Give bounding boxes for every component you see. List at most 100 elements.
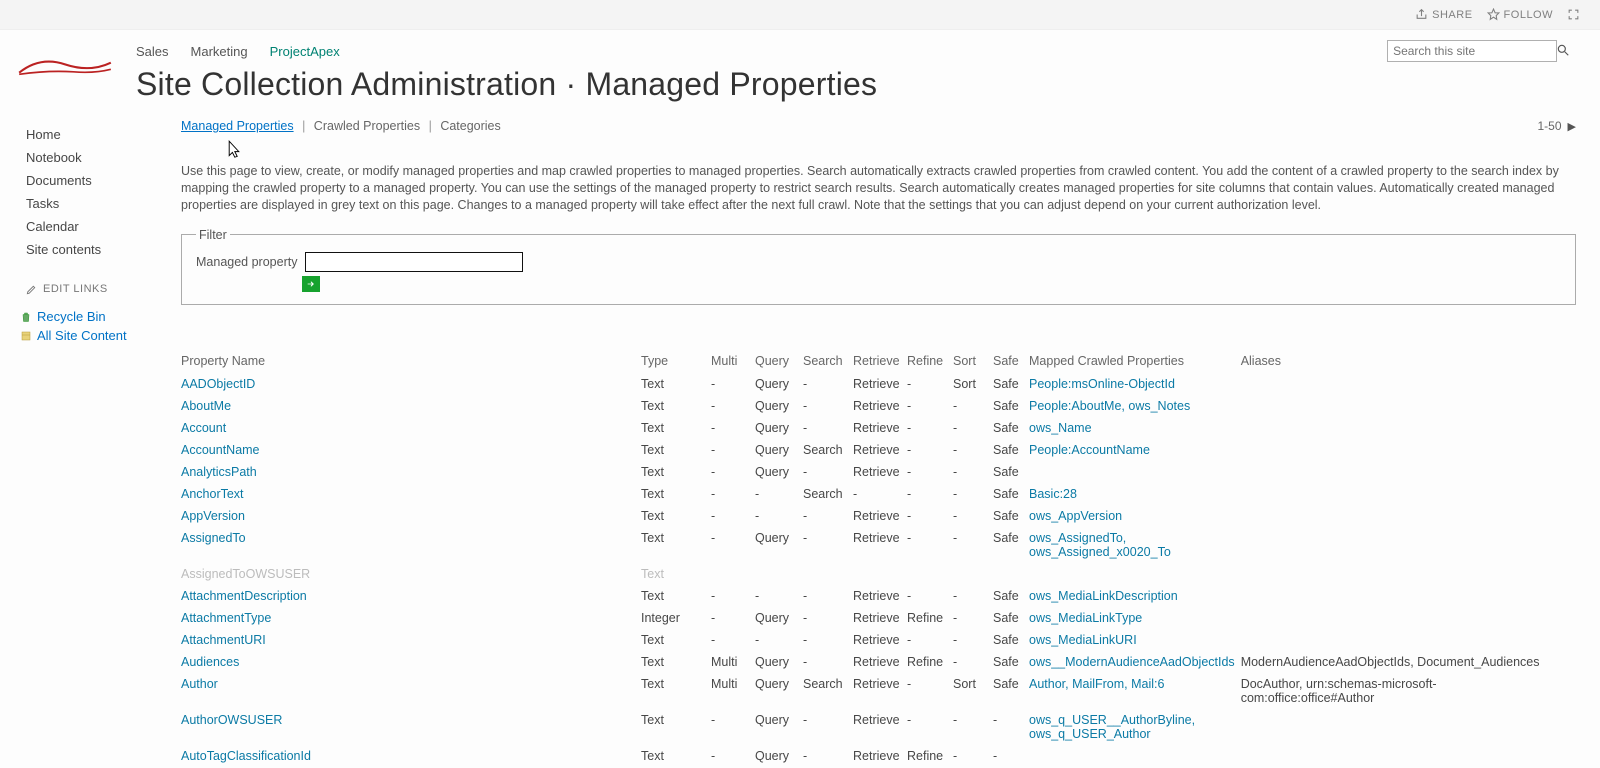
mapped-crawled-link[interactable]: ows_Name [1029,421,1092,435]
nav-projectapex[interactable]: ProjectApex [270,44,340,59]
th-property-name[interactable]: Property Name [181,349,641,373]
mapped-crawled-link[interactable]: ows_AssignedTo, ows_Assigned_x0020_To [1029,531,1171,559]
edit-links[interactable]: EDIT LINKS [6,279,161,299]
cell-query: Query [755,373,803,395]
mapped-crawled-link[interactable]: People:AccountName [1029,443,1150,457]
th-safe[interactable]: Safe [993,349,1029,373]
cell-multi: - [711,607,755,629]
property-name-link[interactable]: Audiences [181,655,239,669]
nav-documents[interactable]: Documents [6,169,161,192]
th-sort[interactable]: Sort [953,349,993,373]
filter-input[interactable] [305,252,523,272]
nav-sitecontents[interactable]: Site contents [6,238,161,261]
cell-refine: - [907,505,953,527]
mapped-crawled-link[interactable]: ows_MediaLinkURI [1029,633,1137,647]
header: Sales Marketing ProjectApex ▼ Site Colle… [0,30,1600,103]
mapped-crawled-link[interactable]: ows_MediaLinkType [1029,611,1142,625]
cell-type: Text [641,483,711,505]
filter-fieldset: Filter Managed property [181,228,1576,305]
site-logo[interactable] [10,36,120,96]
cell-search: - [803,629,853,651]
nav-marketing[interactable]: Marketing [191,44,248,59]
th-mapped[interactable]: Mapped Crawled Properties [1029,349,1241,373]
th-retrieve[interactable]: Retrieve [853,349,907,373]
cell-aliases [1241,585,1576,607]
property-name-link[interactable]: AADObjectID [181,377,255,391]
nav-home[interactable]: Home [6,123,161,146]
th-search[interactable]: Search [803,349,853,373]
fullscreen-button[interactable] [1567,8,1580,21]
cell-search: - [803,505,853,527]
tab-managed-properties[interactable]: Managed Properties [181,119,294,133]
cell-sort: - [953,709,993,745]
mapped-crawled-link[interactable]: Author, MailFrom, Mail:6 [1029,677,1164,691]
nav-calendar[interactable]: Calendar [6,215,161,238]
cell-refine: - [907,417,953,439]
mapped-crawled-link[interactable]: ows__ModernAudienceAadObjectIds [1029,655,1235,669]
share-button[interactable]: SHARE [1415,8,1472,21]
property-name-link[interactable]: Account [181,421,226,435]
recycle-bin-link[interactable]: Recycle Bin [6,307,161,326]
property-name-link[interactable]: AnalyticsPath [181,465,257,479]
filter-submit-button[interactable] [302,276,320,292]
th-query[interactable]: Query [755,349,803,373]
cell-refine: - [907,585,953,607]
pager-next[interactable]: ▶ [1568,120,1576,133]
cell-aliases [1241,373,1576,395]
property-name-link[interactable]: AccountName [181,443,260,457]
cell-multi: - [711,629,755,651]
mapped-crawled-link[interactable]: ows_q_USER__AuthorByline, ows_q_USER_Aut… [1029,713,1195,741]
property-name-link[interactable]: AttachmentType [181,611,271,625]
nav-notebook[interactable]: Notebook [6,146,161,169]
property-name-link[interactable]: Author [181,677,218,691]
th-multi[interactable]: Multi [711,349,755,373]
search-input[interactable] [1387,40,1557,62]
property-name-link[interactable]: AuthorOWSUSER [181,713,282,727]
tab-categories[interactable]: Categories [440,119,500,133]
cell-sort: - [953,439,993,461]
cell-retrieve: Retrieve [853,651,907,673]
search-submit[interactable] [1556,43,1570,60]
mapped-crawled-link[interactable]: Basic:28 [1029,487,1077,501]
property-name-link[interactable]: AttachmentURI [181,633,266,647]
recycle-label: Recycle Bin [37,309,106,324]
cell-safe: Safe [993,461,1029,483]
search-icon [1556,43,1570,57]
property-name-link[interactable]: AnchorText [181,487,244,501]
th-type[interactable]: Type [641,349,711,373]
follow-label: FOLLOW [1504,9,1553,21]
cell-retrieve: Retrieve [853,439,907,461]
property-name-link[interactable]: AboutMe [181,399,231,413]
mapped-crawled-link[interactable]: People:msOnline-ObjectId [1029,377,1175,391]
cell-safe [993,563,1029,585]
cell-refine: Refine [907,745,953,767]
page-title: Site Collection Administration · Managed… [136,66,1590,103]
th-aliases[interactable]: Aliases [1241,349,1576,373]
property-name-link[interactable]: AssignedToOWSUSER [181,567,310,581]
property-name-link[interactable]: AppVersion [181,509,245,523]
nav-tasks[interactable]: Tasks [6,192,161,215]
cell-retrieve [853,563,907,585]
table-row: AssignedToOWSUSERText [181,563,1576,585]
ribbon-bar: SHARE FOLLOW [0,0,1600,30]
mapped-crawled-link[interactable]: People:AboutMe, ows_Notes [1029,399,1190,413]
table-row: AccountText-Query-Retrieve--Safeows_Name [181,417,1576,439]
nav-sales[interactable]: Sales [136,44,169,59]
table-row: AttachmentTypeInteger-Query-RetrieveRefi… [181,607,1576,629]
cell-search: Search [803,673,853,709]
tab-crawled-properties[interactable]: Crawled Properties [314,119,420,133]
cell-retrieve: Retrieve [853,745,907,767]
th-refine[interactable]: Refine [907,349,953,373]
table-row: AssignedToText-Query-Retrieve--Safeows_A… [181,527,1576,563]
mapped-crawled-link[interactable]: ows_MediaLinkDescription [1029,589,1178,603]
mapped-crawled-link[interactable]: ows_AppVersion [1029,509,1122,523]
property-name-link[interactable]: AutoTagClassificationId [181,749,311,763]
follow-button[interactable]: FOLLOW [1487,8,1553,21]
all-site-content-link[interactable]: All Site Content [6,326,161,345]
property-name-link[interactable]: AssignedTo [181,531,246,545]
cell-refine: Refine [907,607,953,629]
site-search: ▼ [1387,40,1570,62]
cell-refine: - [907,439,953,461]
property-name-link[interactable]: AttachmentDescription [181,589,307,603]
cell-type: Text [641,505,711,527]
